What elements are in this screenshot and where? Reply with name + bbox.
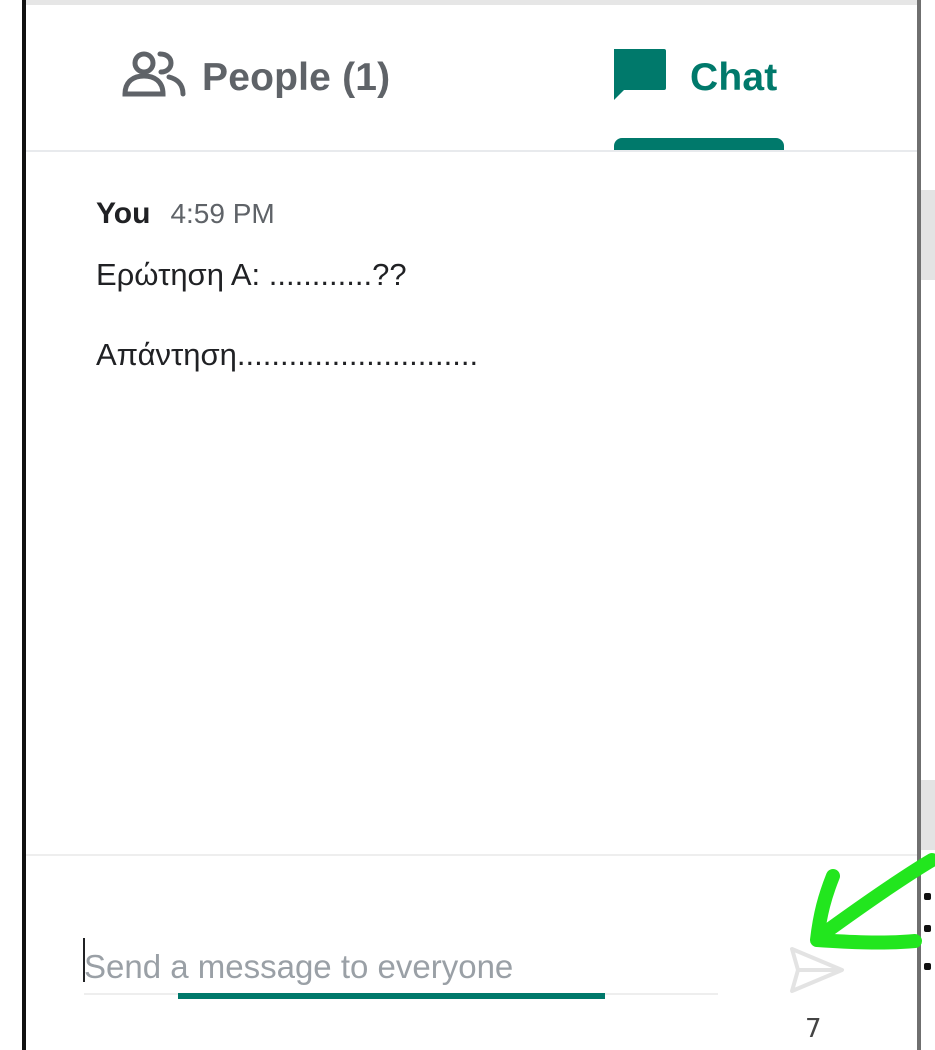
tab-people[interactable]: People (1) [122,5,422,150]
chat-bubble-icon [610,46,668,109]
tab-chat-label: Chat [690,55,778,99]
active-tab-indicator [614,138,784,150]
panel-tabs: People (1) Chat [26,5,917,152]
tab-people-label: People (1) [202,55,391,99]
message-composer: 7 [26,854,917,1050]
dot [924,925,931,932]
message-sender: You [96,197,151,230]
message-timestamp: 4:59 PM [170,198,275,229]
people-icon [122,49,186,106]
input-focus-underline [178,993,605,999]
message-input[interactable] [84,941,718,995]
scroll-track-segment [921,190,935,280]
text-caret [83,938,85,982]
dot [924,893,931,900]
message-header: You 4:59 PM [96,197,275,231]
meet-side-panel-screenshot: People (1) Chat You 4:59 PM Ερώτηση Α: .… [0,0,935,1050]
more-options-icon[interactable] [921,893,935,983]
dot [924,963,931,970]
page-number: 7 [805,1014,822,1044]
chat-panel: People (1) Chat You 4:59 PM Ερώτηση Α: .… [26,5,917,1050]
message-text-line: Ερώτηση Α: ............?? [96,257,407,292]
message-text-line: Απάντηση............................ [96,337,479,372]
message-list: You 4:59 PM Ερώτηση Α: ............?? Απ… [26,152,917,852]
tab-chat[interactable]: Chat [610,5,810,150]
scroll-track-segment [921,780,935,850]
send-button[interactable] [786,941,848,1003]
send-icon [788,945,846,1000]
